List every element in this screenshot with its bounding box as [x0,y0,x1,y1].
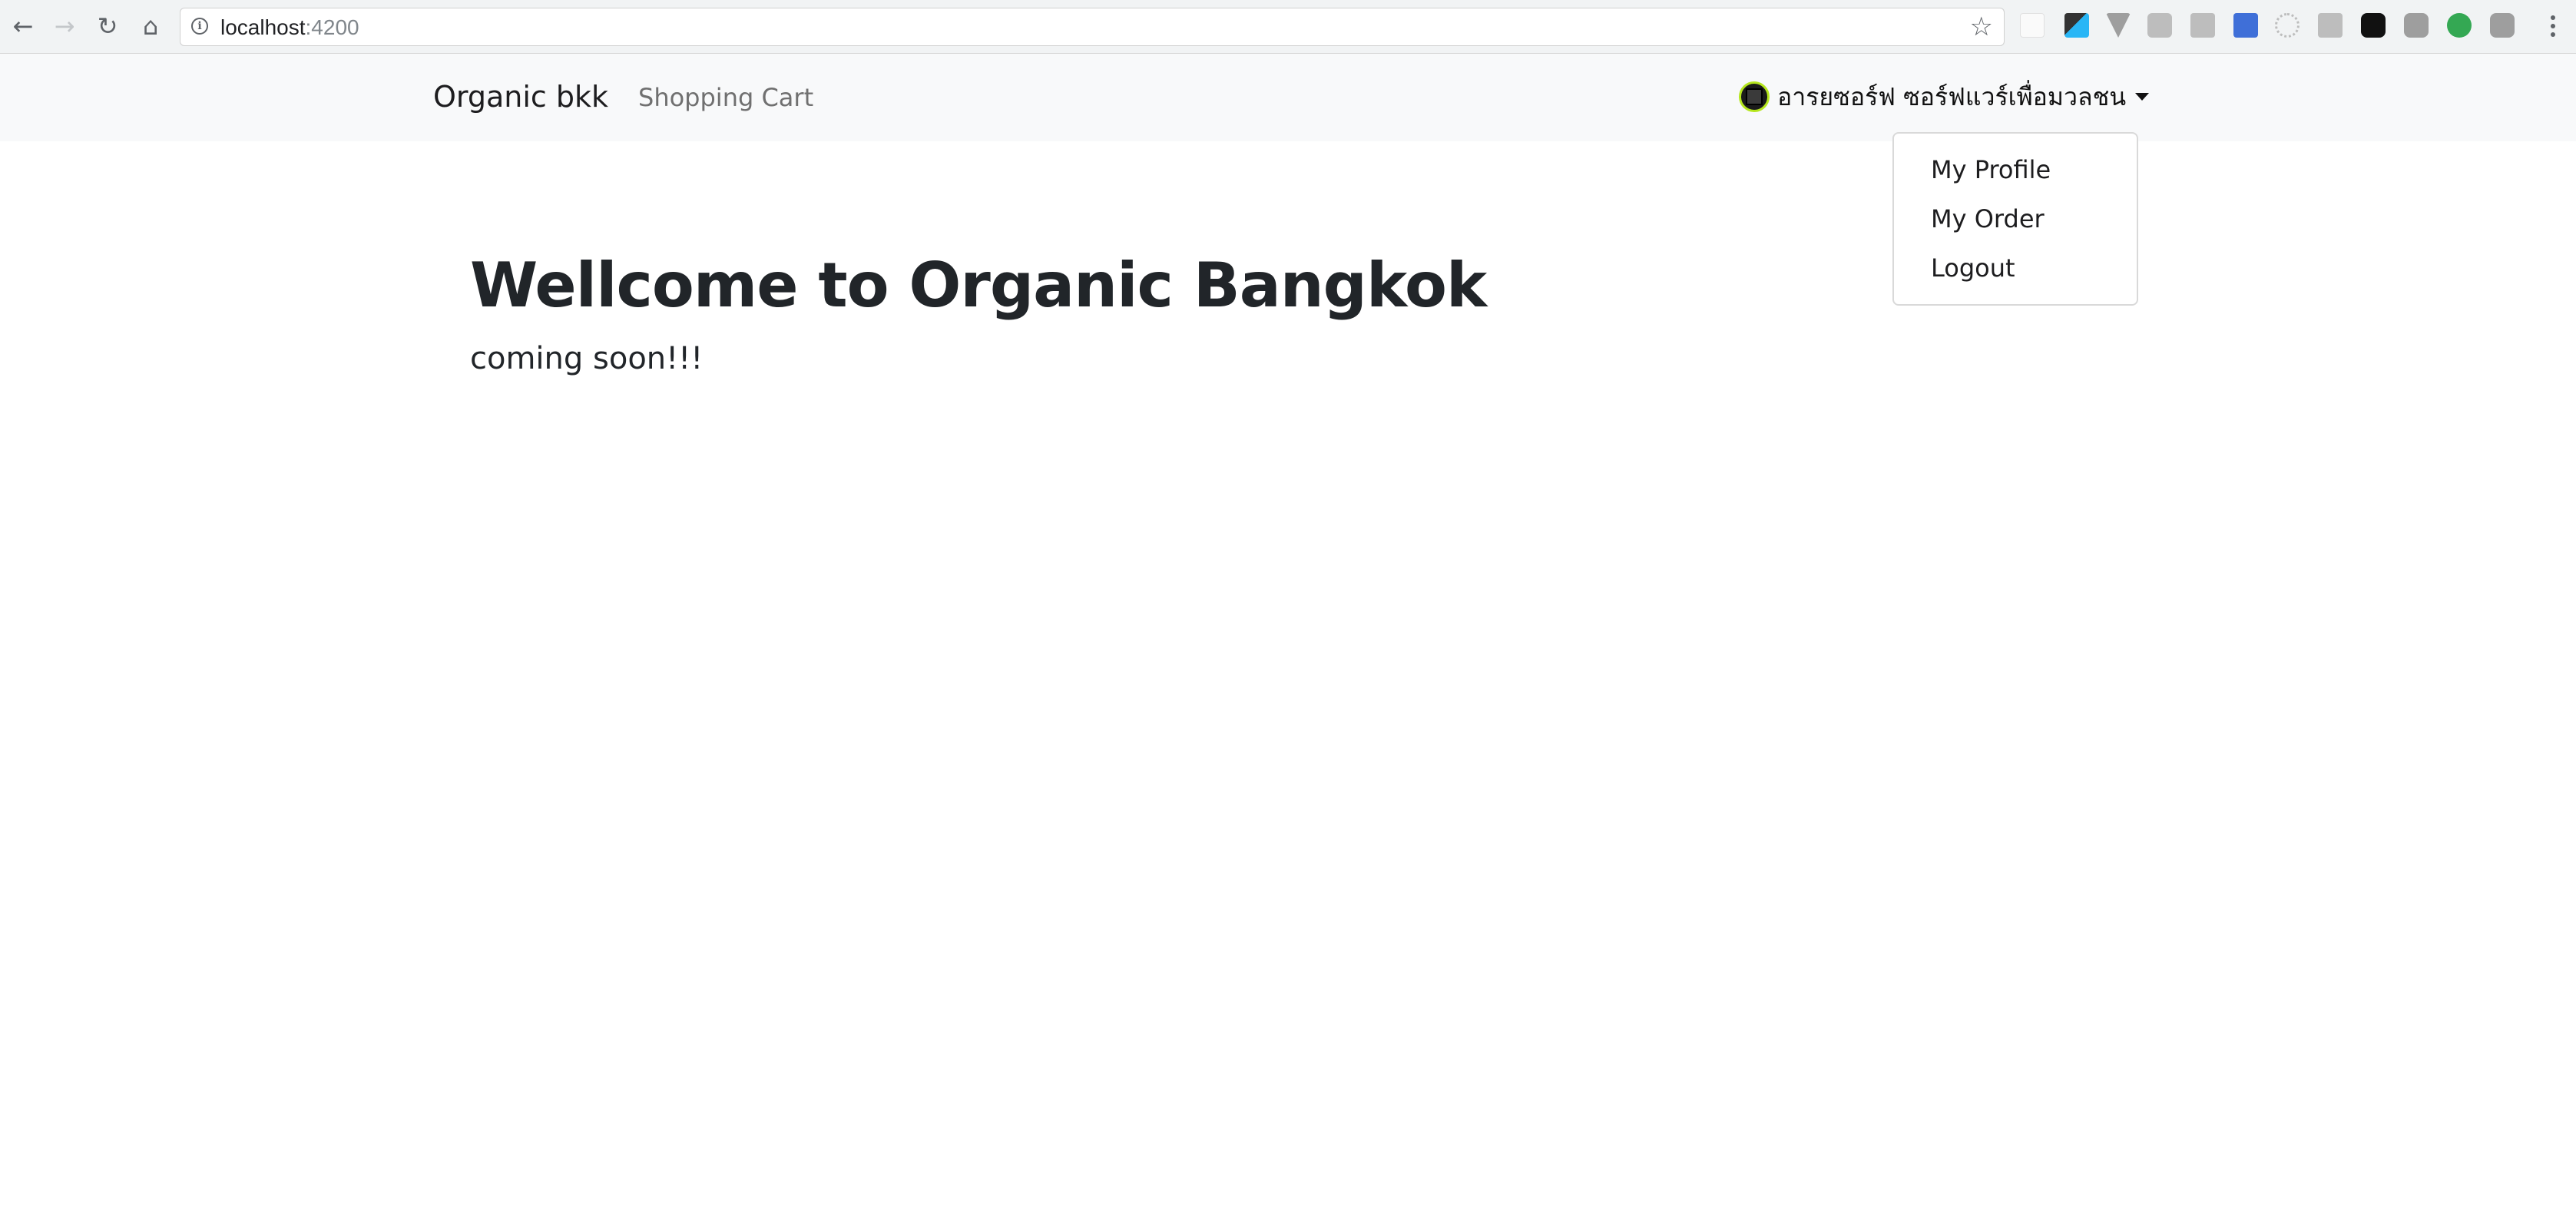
extension-ex-icon[interactable] [2020,13,2045,38]
info-icon[interactable]: i [191,18,208,35]
youtube-extension-icon[interactable] [2361,13,2386,38]
more-vert-icon[interactable] [2541,9,2565,43]
menu-item-my-profile[interactable]: My Profile [1931,155,2051,184]
app-navbar: Organic bkk Shopping Cart อารยซอร์ฟ ซอร์… [0,54,2576,141]
url-text[interactable]: localhost:4200 [220,15,359,40]
user-dropdown-toggle[interactable]: อารยซอร์ฟ ซอร์ฟแวร์เพื่อมวลชน [1739,78,2150,115]
me-extension-icon[interactable] [2190,13,2215,38]
line-extension-icon[interactable] [2490,13,2515,38]
grammarly-icon[interactable] [2447,13,2472,38]
browser-toolbar: ← → ↻ ⌂ i localhost:4200 ☆ [0,0,2576,54]
back-icon[interactable]: ← [6,9,40,43]
vue-extension-icon[interactable] [2106,13,2131,38]
shopping-cart-link[interactable]: Shopping Cart [638,83,813,112]
home-icon[interactable]: ⌂ [134,9,167,43]
forward-icon[interactable]: → [48,9,81,43]
url-host: localhost [220,15,306,39]
menu-item-logout[interactable]: Logout [1931,253,2015,283]
code-extension-icon[interactable] [2318,13,2343,38]
user-name: อารยซอร์ฟ ซอร์ฟแวร์เพื่อมวลชน [1777,81,2127,111]
coming-soon-text: coming soon!!! [470,341,704,376]
menu-item-my-order[interactable]: My Order [1931,204,2045,233]
page-heading: Wellcome to Organic Bangkok [470,250,1487,321]
react-extension-icon[interactable] [2275,13,2300,38]
blue-extension-icon[interactable] [2233,13,2258,38]
gray-extension-icon[interactable] [2404,13,2429,38]
star-icon[interactable]: ☆ [1970,12,1993,42]
url-port: :4200 [305,15,359,39]
color-picker-extension-icon[interactable] [2064,13,2089,38]
camera-extension-icon[interactable] [2147,13,2172,38]
caret-down-icon [2135,93,2150,101]
address-bar[interactable]: i localhost:4200 ☆ [180,8,2005,46]
brand-link[interactable]: Organic bkk [433,80,608,114]
reload-icon[interactable]: ↻ [91,9,124,43]
avatar [1739,81,1770,112]
user-dropdown-menu: My Profile My Order Logout [1892,132,2138,306]
